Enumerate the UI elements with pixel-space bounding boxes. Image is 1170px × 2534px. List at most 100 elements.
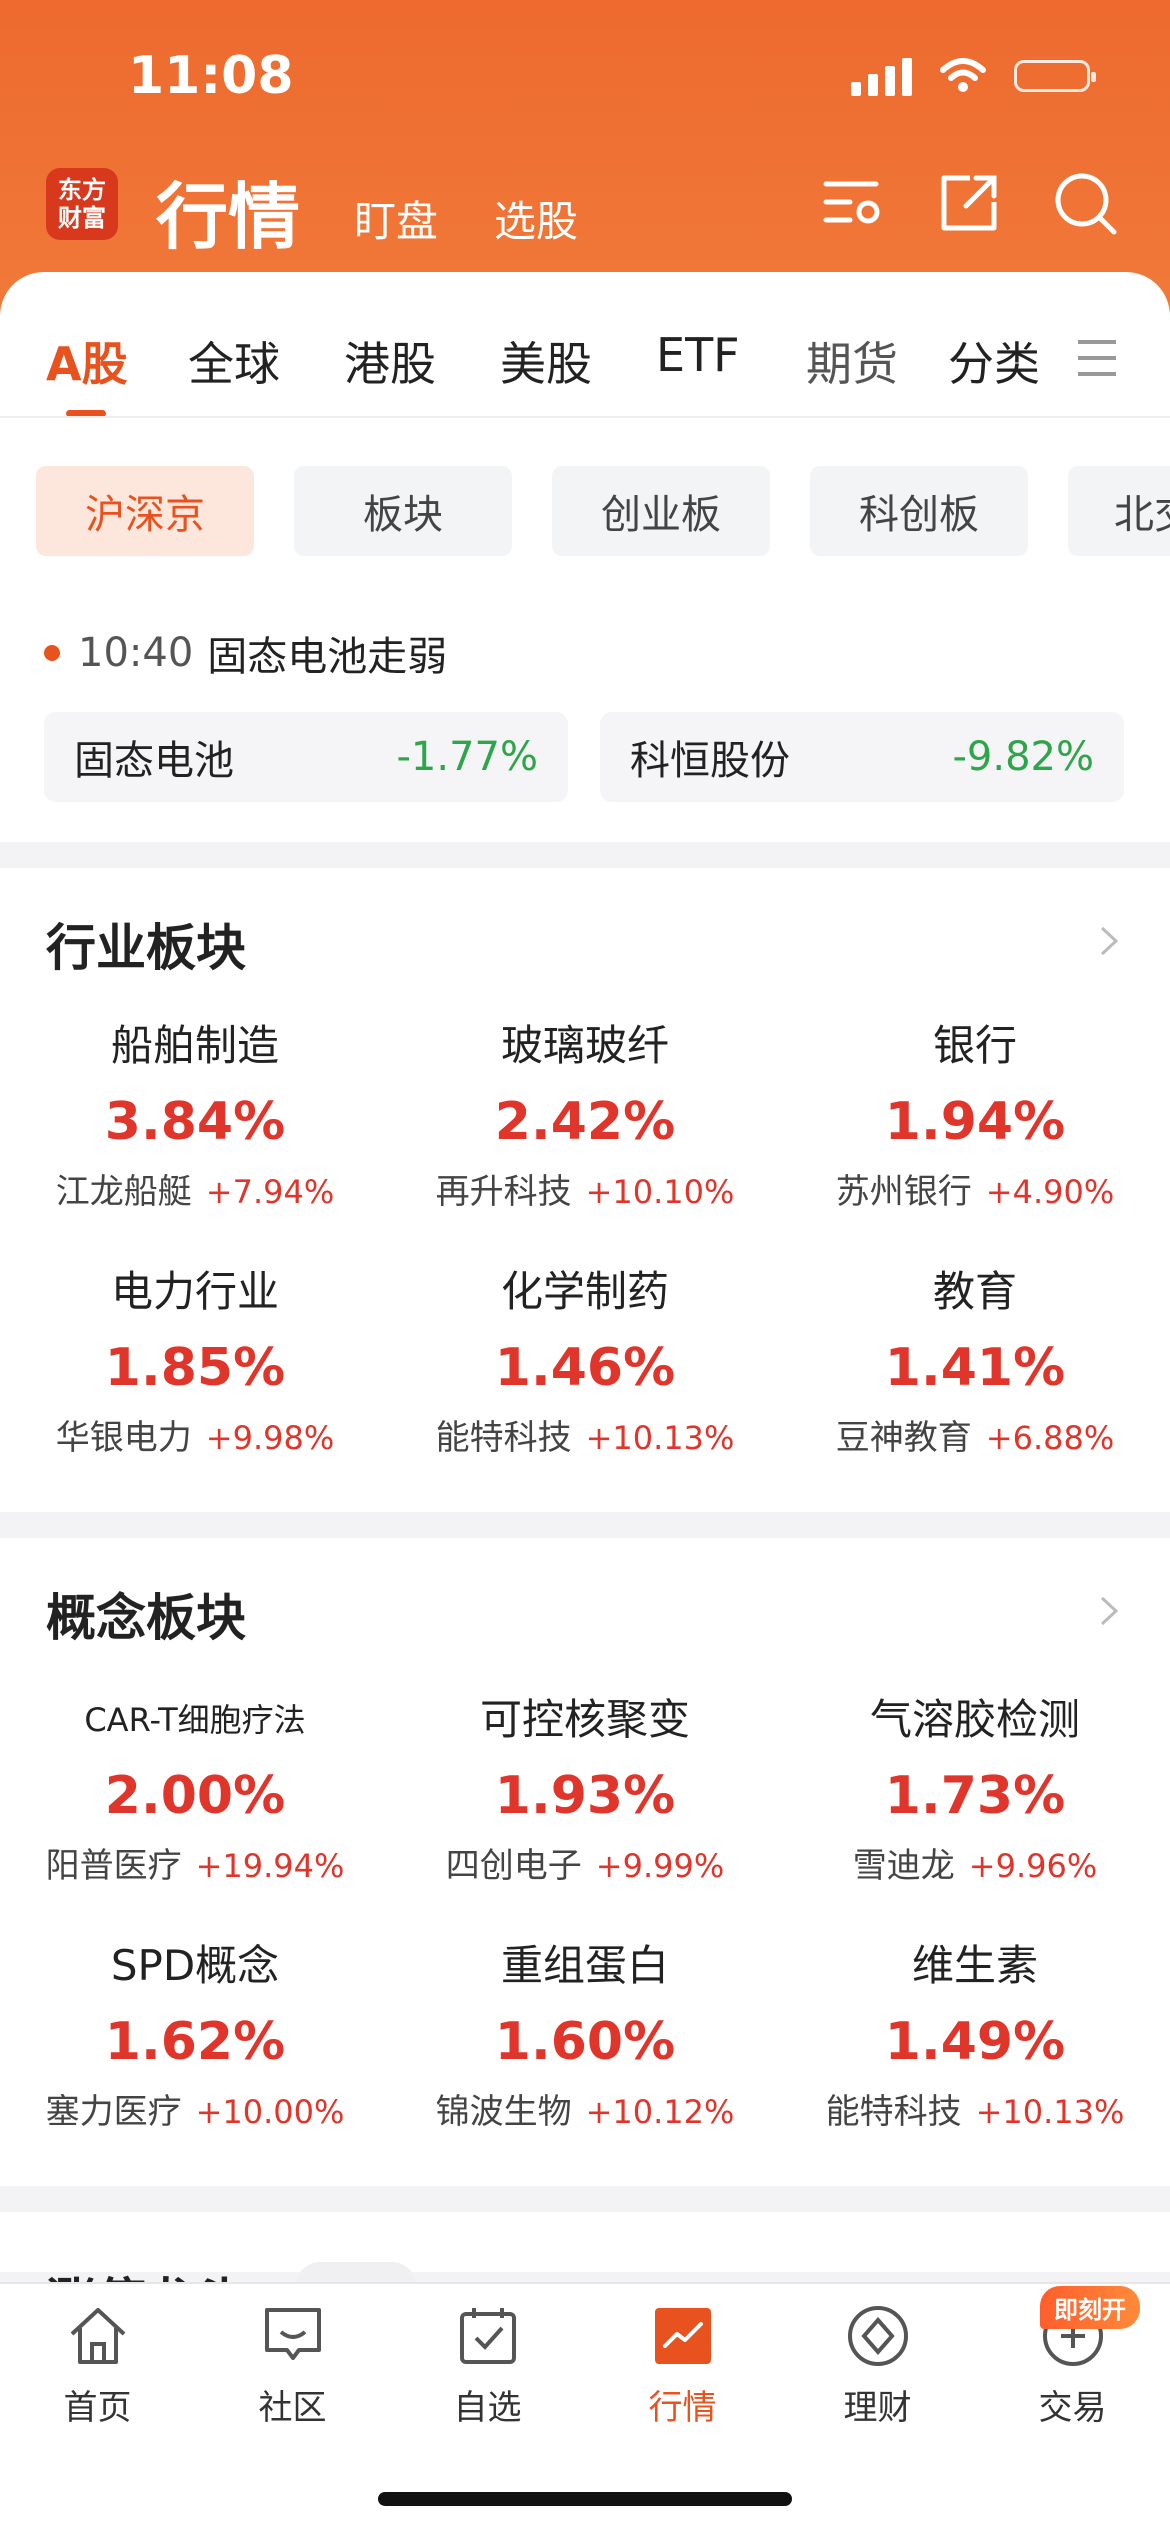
sector-pct: 1.73%	[884, 1766, 1066, 1826]
sector-name: SPD概念	[110, 1941, 280, 1990]
menu-icon[interactable]	[1076, 338, 1118, 378]
sector-leader: 豆神教育 +6.88%	[835, 1418, 1115, 1458]
news-card-name: 科恒股份	[630, 738, 790, 784]
chip-gem[interactable]: 创业板	[552, 466, 770, 556]
sector-name: 船舶制造	[110, 1021, 279, 1070]
sector-leader: 阳普医疗 +19.94%	[45, 1846, 345, 1886]
nav-label: 社区	[258, 2388, 327, 2428]
industry-item[interactable]: 电力行业 1.85% 华银电力 +9.98%	[0, 1264, 390, 1459]
promo-badge[interactable]: 即刻开	[1040, 2286, 1140, 2329]
sector-name: 气溶胶检测	[869, 1695, 1080, 1744]
checklist-icon	[459, 2308, 516, 2364]
sector-name: 可控核聚变	[479, 1695, 690, 1744]
sector-name: 教育	[932, 1267, 1017, 1316]
sector-name: 银行	[932, 1021, 1017, 1070]
industry-item[interactable]: 船舶制造 3.84% 江龙船艇 +7.94%	[0, 1018, 390, 1213]
nav-label: 交易	[1038, 2388, 1107, 2428]
tab-futures[interactable]: 期货	[806, 328, 898, 394]
concept-item[interactable]: 可控核聚变 1.93% 四创电子 +9.99%	[390, 1692, 780, 1887]
nav-label: 自选	[453, 2388, 522, 2428]
sector-pct: 1.85%	[104, 1338, 286, 1398]
sector-pct: 1.46%	[494, 1338, 676, 1398]
news-time: 10:40	[78, 630, 194, 676]
sector-leader: 四创电子 +9.99%	[445, 1846, 725, 1886]
sector-leader: 能特科技 +10.13%	[825, 2092, 1125, 2132]
industry-item[interactable]: 化学制药 1.46% 能特科技 +10.13%	[390, 1264, 780, 1459]
sector-leader: 江龙船艇 +7.94%	[55, 1172, 335, 1212]
market-filter-chips: 沪深京 板块 创业板 科创板 北交	[0, 466, 1170, 558]
sector-name: 电力行业	[110, 1267, 279, 1316]
nav-watchlist[interactable]: 自选	[390, 2284, 585, 2429]
tab-stock-picker[interactable]: 选股	[494, 188, 578, 249]
sector-pct: 3.84%	[104, 1092, 286, 1152]
chevron-right-icon[interactable]	[1094, 926, 1124, 956]
home-indicator	[378, 2492, 792, 2506]
sector-leader: 华银电力 +9.98%	[55, 1418, 335, 1458]
chip-hsj[interactable]: 沪深京	[36, 466, 254, 556]
chip-sector[interactable]: 板块	[294, 466, 512, 556]
nav-label: 行情	[648, 2388, 717, 2428]
section-gap	[0, 1512, 1170, 1538]
news-headline: 固态电池走弱	[207, 634, 448, 680]
sector-pct: 1.41%	[884, 1338, 1066, 1398]
chip-star[interactable]: 科创板	[810, 466, 1028, 556]
tab-a-share[interactable]: A股	[46, 328, 128, 394]
chevron-right-icon[interactable]	[1094, 1596, 1124, 1626]
settings-list-icon[interactable]	[820, 170, 886, 236]
nav-market[interactable]: 行情	[585, 2284, 780, 2429]
sector-pct: 1.93%	[494, 1766, 676, 1826]
tab-etf[interactable]: ETF	[656, 328, 740, 382]
sector-pct: 2.42%	[494, 1092, 676, 1152]
news-card-name: 固态电池	[74, 738, 234, 784]
section-gap	[0, 2186, 1170, 2212]
sector-name: 维生素	[911, 1941, 1038, 1990]
app-logo: 东方 财富	[46, 168, 118, 240]
nav-label: 首页	[63, 2388, 132, 2428]
news-card-sector[interactable]: 固态电池 -1.77%	[44, 712, 568, 802]
tab-global[interactable]: 全球	[188, 328, 280, 394]
sector-pct: 1.62%	[104, 2012, 286, 2072]
tab-watch[interactable]: 盯盘	[354, 188, 438, 249]
sector-pct: 1.94%	[884, 1092, 1066, 1152]
news-item[interactable]: 10:40 固态电池走弱	[44, 624, 447, 682]
sector-pct: 1.49%	[884, 2012, 1066, 2072]
sector-leader: 再升科技 +10.10%	[435, 1172, 735, 1212]
concept-item[interactable]: SPD概念 1.62% 塞力医疗 +10.00%	[0, 1938, 390, 2133]
sector-leader: 塞力医疗 +10.00%	[45, 2092, 345, 2132]
industry-item[interactable]: 教育 1.41% 豆神教育 +6.88%	[780, 1264, 1170, 1459]
wealth-icon	[847, 2306, 908, 2366]
sector-leader: 锦波生物 +10.12%	[435, 2092, 735, 2132]
sector-leader: 雪迪龙 +9.96%	[852, 1846, 1098, 1886]
industry-item[interactable]: 玻璃玻纤 2.42% 再升科技 +10.10%	[390, 1018, 780, 1213]
chat-icon	[264, 2308, 321, 2360]
news-card-change: -9.82%	[952, 734, 1094, 780]
industry-item[interactable]: 银行 1.94% 苏州银行 +4.90%	[780, 1018, 1170, 1213]
nav-label: 理财	[843, 2388, 912, 2428]
tab-hk[interactable]: 港股	[344, 328, 436, 394]
industry-section-title[interactable]: 行业板块	[46, 908, 246, 980]
tab-category[interactable]: 分类	[948, 328, 1040, 394]
share-icon[interactable]	[936, 170, 1002, 236]
news-card-change: -1.77%	[396, 734, 538, 780]
concept-item[interactable]: 重组蛋白 1.60% 锦波生物 +10.12%	[390, 1938, 780, 2133]
chip-bse[interactable]: 北交	[1068, 466, 1170, 556]
signal-icon	[851, 56, 912, 96]
divider	[0, 416, 1170, 418]
market-chart-icon	[654, 2308, 711, 2364]
concept-item[interactable]: CAR-T细胞疗法 2.00% 阳普医疗 +19.94%	[0, 1692, 390, 1887]
concept-section-title[interactable]: 概念板块	[46, 1578, 246, 1650]
battery-icon	[1014, 60, 1096, 92]
news-card-stock[interactable]: 科恒股份 -9.82%	[600, 712, 1124, 802]
status-time: 11:08	[128, 46, 294, 106]
nav-community[interactable]: 社区	[195, 2284, 390, 2429]
nav-wealth[interactable]: 理财	[780, 2284, 975, 2429]
search-icon[interactable]	[1052, 170, 1118, 236]
sector-name: 化学制药	[500, 1267, 669, 1316]
status-icons	[851, 56, 1096, 96]
tab-us[interactable]: 美股	[500, 328, 592, 394]
home-icon	[70, 2308, 125, 2364]
sector-leader: 苏州银行 +4.90%	[835, 1172, 1115, 1212]
concept-item[interactable]: 维生素 1.49% 能特科技 +10.13%	[780, 1938, 1170, 2133]
nav-home[interactable]: 首页	[0, 2284, 195, 2429]
concept-item[interactable]: 气溶胶检测 1.73% 雪迪龙 +9.96%	[780, 1692, 1170, 1887]
